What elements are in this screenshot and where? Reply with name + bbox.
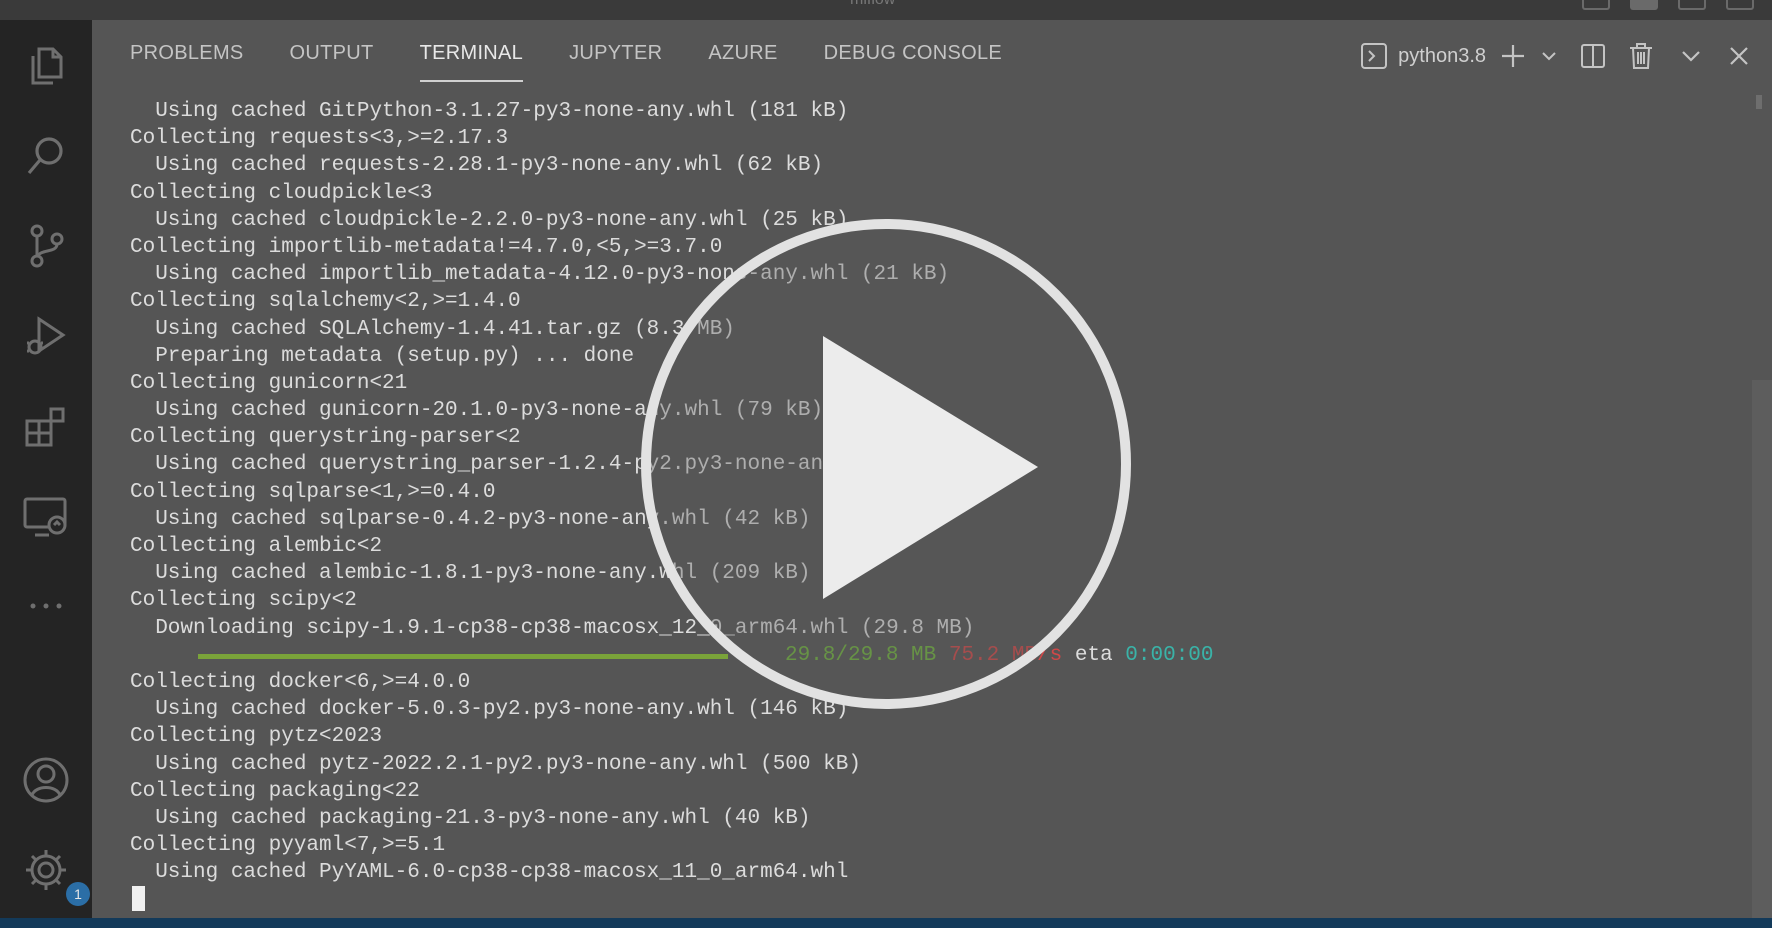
terminal-line: Collecting cloudpickle<3 [130,181,433,205]
customize-layout-icon[interactable] [1726,0,1754,10]
play-icon[interactable] [636,214,1136,714]
terminal-line: Collecting packaging<22 [130,779,420,803]
title-bar: mlflow [0,0,1772,20]
gear-icon[interactable]: 1 [16,840,90,906]
panel-actions: python3.8 [1360,38,1750,74]
status-bar [0,918,1772,928]
source-control-icon[interactable] [16,216,76,276]
tab-problems[interactable]: PROBLEMS [130,20,267,80]
terminal-line: Using cached packaging-21.3-py3-none-any… [130,806,811,830]
tab-debug-console[interactable]: DEBUG CONSOLE [801,20,1025,80]
tab-output[interactable]: OUTPUT [267,20,397,80]
close-icon[interactable] [1728,45,1750,67]
ellipsis-icon[interactable] [16,576,76,636]
maximize-panel-icon[interactable] [1680,45,1702,67]
chevron-down-icon[interactable] [1540,47,1558,65]
terminal-line: Using cached PyYAML-6.0-cp38-cp38-macosx… [130,861,849,885]
terminal-line: Using cached requests-2.28.1-py3-none-an… [130,154,824,178]
window-title: mlflow [850,0,895,9]
terminal-line: Using cached GitPython-3.1.27-py3-none-a… [130,100,849,123]
terminal-line: Collecting pyyaml<7,>=5.1 [130,834,446,858]
terminal-scrollbar[interactable] [1752,380,1772,928]
notification-badge: 1 [66,882,90,906]
toggle-panel-icon[interactable] [1630,0,1658,10]
activity-bar: 1 [0,20,92,918]
terminal-name: python3.8 [1398,44,1486,67]
scrollbar-marker [1756,95,1762,109]
tab-azure[interactable]: AZURE [685,20,800,80]
terminal-line: Collecting pytz<2023 [130,725,383,749]
search-icon[interactable] [16,126,76,186]
extensions-icon[interactable] [16,396,76,456]
new-terminal-icon[interactable] [1500,43,1526,69]
remote-explorer-icon[interactable] [16,486,76,546]
trash-icon[interactable] [1628,42,1654,70]
toggle-sidebar-icon[interactable] [1582,0,1610,10]
progress-eta: 0:00:00 [1125,643,1214,667]
tab-terminal[interactable]: TERMINAL [397,20,547,82]
files-icon[interactable] [16,36,76,96]
terminal-cursor [132,886,145,912]
run-debug-icon[interactable] [16,306,76,366]
account-icon[interactable] [16,750,76,810]
tab-jupyter[interactable]: JUPYTER [546,20,685,80]
layout-controls [1582,0,1754,10]
terminal-selector[interactable]: python3.8 [1360,42,1486,70]
terminal-line: Collecting requests<3,>=2.17.3 [130,127,509,151]
split-terminal-icon[interactable] [1580,43,1606,69]
panel-tabs: PROBLEMS OUTPUT TERMINAL JUPYTER AZURE D… [130,20,1025,82]
terminal-line: Using cached pytz-2022.2.1-py2.py3-none-… [130,752,861,776]
terminal-icon [1361,43,1388,69]
toggle-secondary-sidebar-icon[interactable] [1678,0,1706,10]
terminal-prompt[interactable] [130,886,1690,913]
